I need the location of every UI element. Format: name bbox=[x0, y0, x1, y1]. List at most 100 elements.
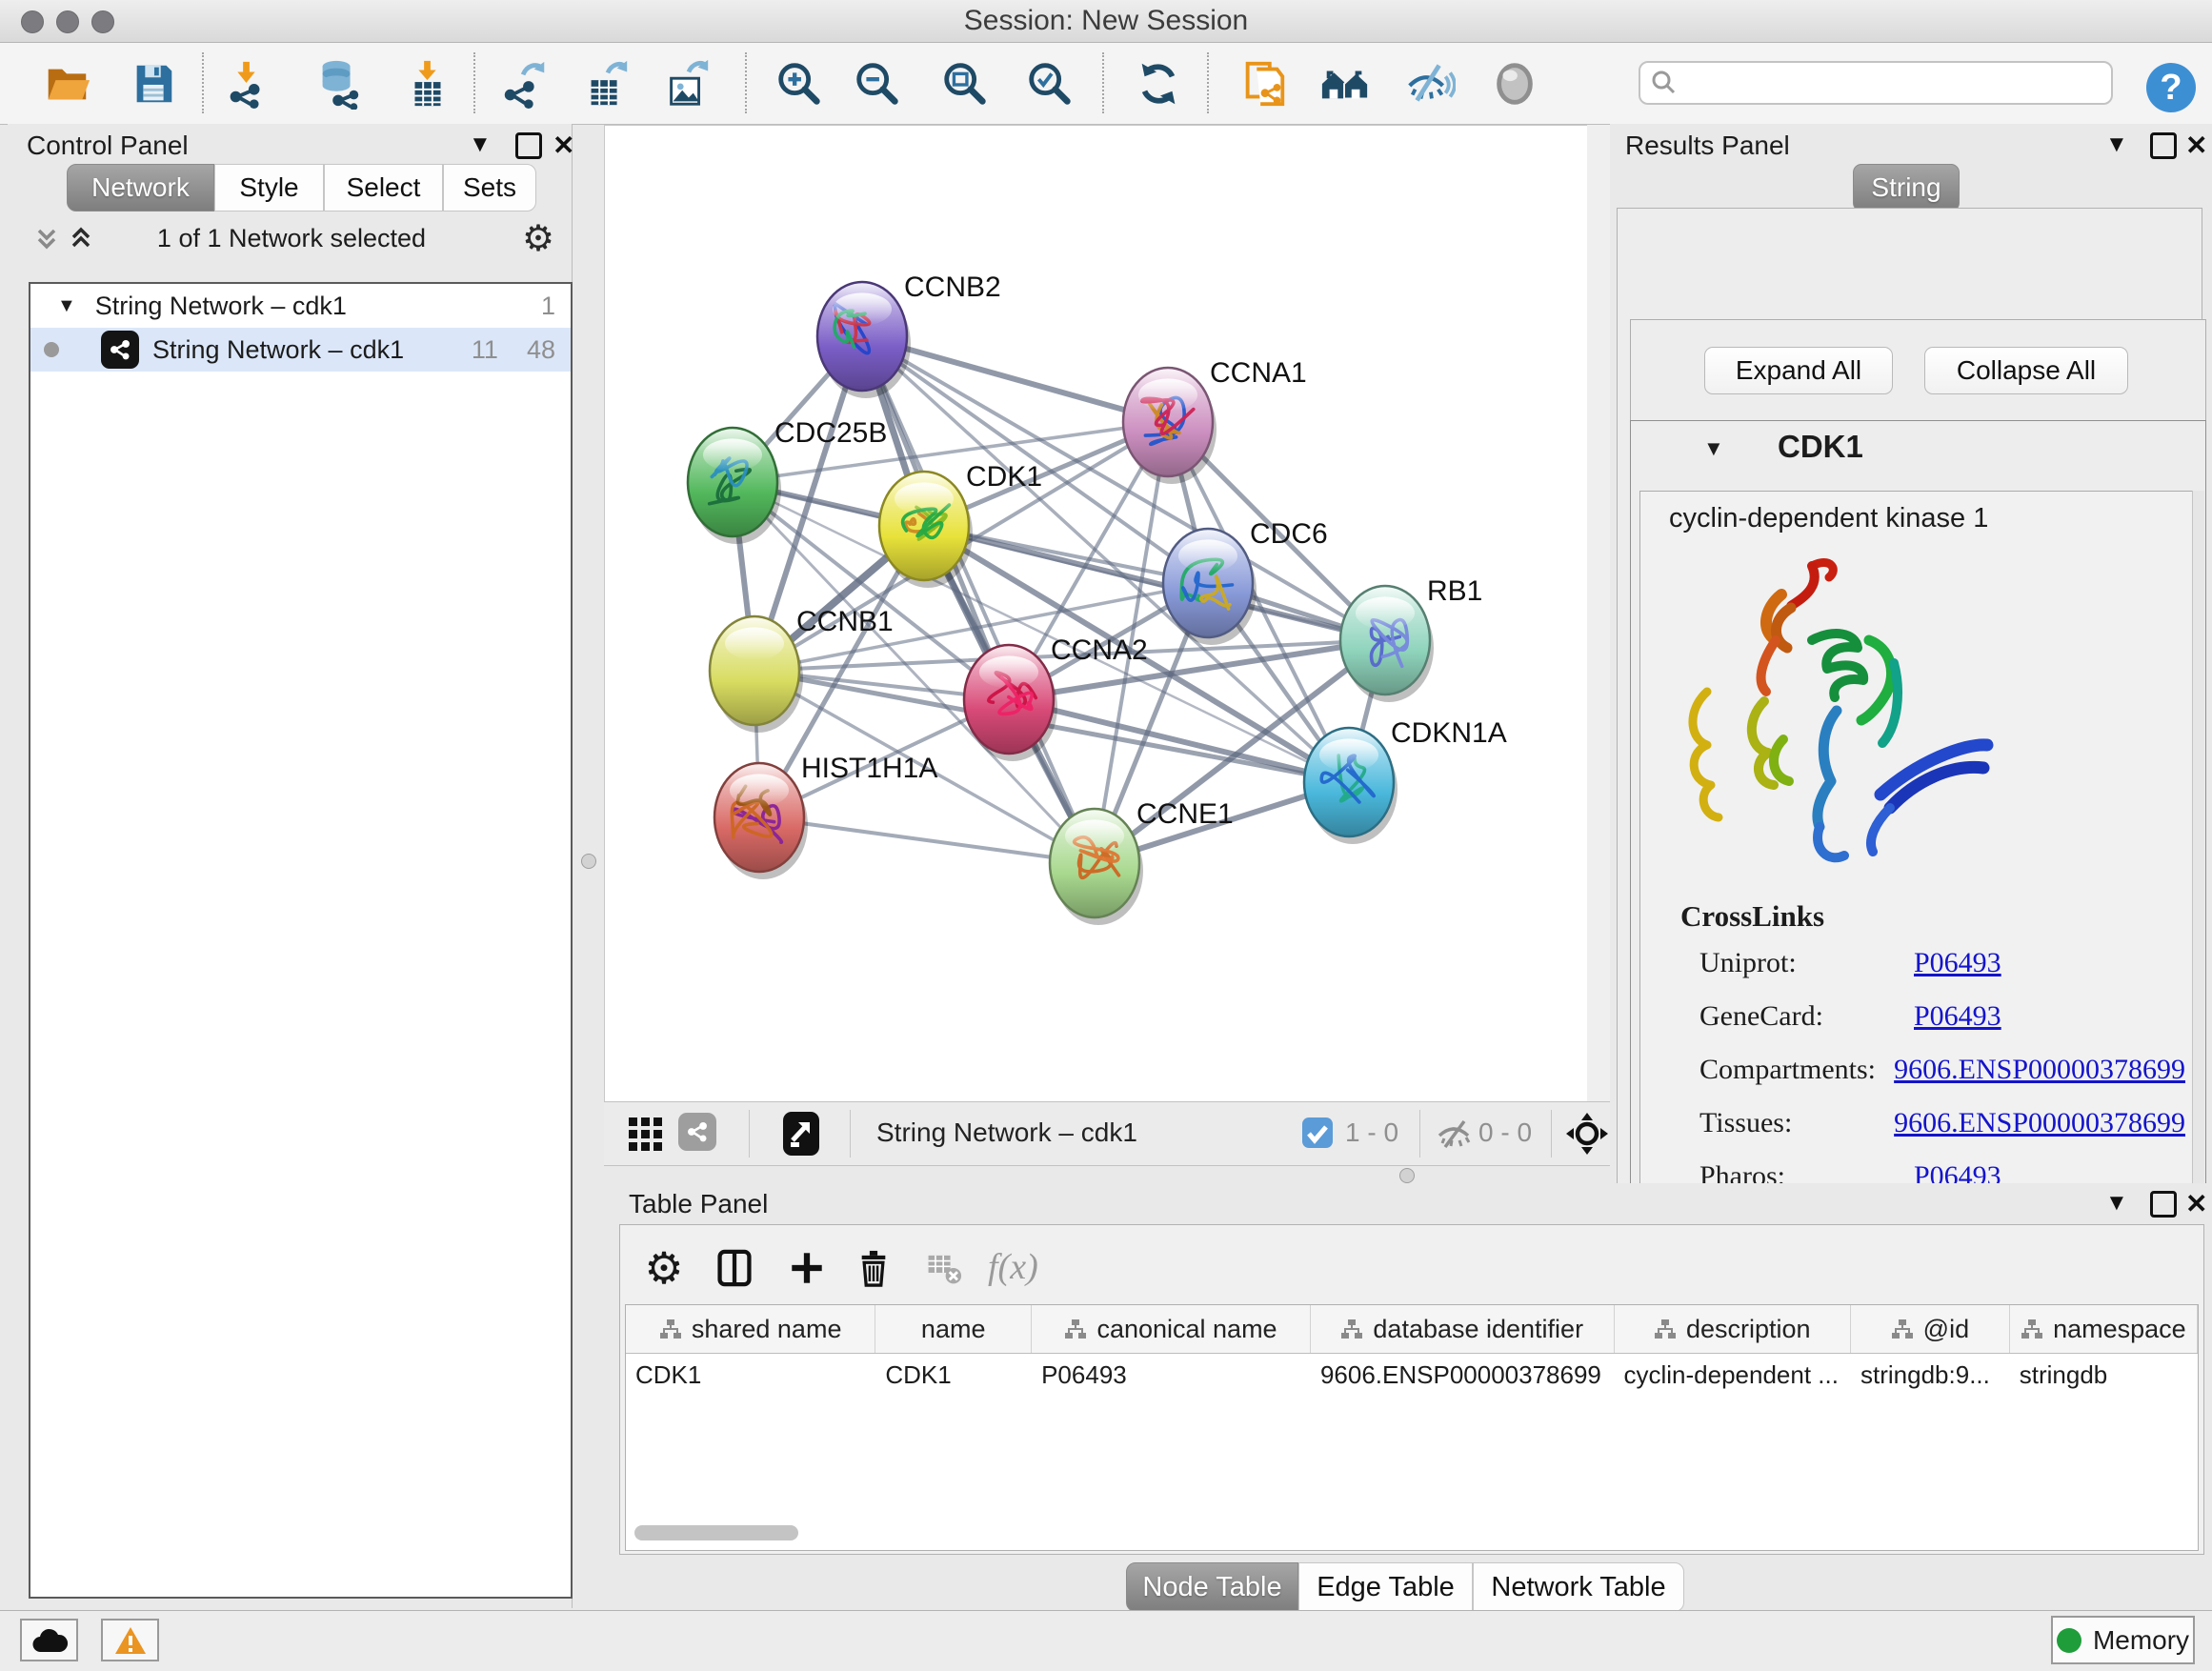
network-node-CDC6[interactable] bbox=[1163, 529, 1257, 645]
entry-expander-icon[interactable]: ▼ bbox=[1703, 436, 1724, 461]
zoom-out-icon[interactable] bbox=[852, 58, 903, 110]
column-type-icon bbox=[1340, 1318, 1363, 1340]
panel-close-icon[interactable]: ✕ bbox=[553, 130, 574, 161]
save-session-icon[interactable] bbox=[128, 58, 179, 110]
column-header-database-identifier[interactable]: database identifier bbox=[1311, 1305, 1615, 1353]
delete-table-icon[interactable] bbox=[917, 1241, 971, 1295]
column-header-shared-name[interactable]: shared name bbox=[626, 1305, 875, 1353]
panel-float-icon[interactable] bbox=[2150, 132, 2177, 159]
add-column-icon[interactable] bbox=[780, 1241, 834, 1295]
zoom-in-icon[interactable] bbox=[774, 58, 825, 110]
show-columns-icon[interactable] bbox=[708, 1241, 761, 1295]
warning-status-button[interactable] bbox=[101, 1619, 159, 1661]
table-cell[interactable]: cyclin-dependent ... bbox=[1614, 1354, 1851, 1396]
show-hidden-icon[interactable] bbox=[1489, 58, 1540, 110]
import-table-icon[interactable] bbox=[402, 58, 453, 110]
string-protein-query-icon[interactable] bbox=[1319, 58, 1371, 110]
selected-checkbox-icon[interactable] bbox=[1301, 1117, 1334, 1149]
zoom-selected-icon[interactable] bbox=[1024, 58, 1076, 110]
search-field[interactable] bbox=[1639, 61, 2113, 105]
table-cell[interactable]: CDK1 bbox=[875, 1354, 1032, 1396]
center-view-icon[interactable] bbox=[1564, 1111, 1610, 1157]
column-header-name[interactable]: name bbox=[875, 1305, 1032, 1353]
network-node-CDKN1A[interactable] bbox=[1304, 728, 1398, 844]
panel-float-icon[interactable] bbox=[515, 132, 542, 159]
crosslink-link[interactable]: P06493 bbox=[1914, 1000, 2001, 1033]
zoom-fit-icon[interactable] bbox=[939, 58, 991, 110]
tab-sets[interactable]: Sets bbox=[443, 164, 536, 211]
panel-menu-icon[interactable]: ▼ bbox=[2105, 131, 2128, 158]
export-table-icon[interactable] bbox=[580, 58, 632, 110]
export-network-to-file-icon[interactable] bbox=[1238, 58, 1290, 110]
network-row[interactable]: String Network – cdk1 11 48 bbox=[30, 328, 571, 372]
network-node-CCNE1[interactable] bbox=[1050, 809, 1143, 925]
share-network-icon[interactable] bbox=[678, 1113, 716, 1151]
collapse-all-button[interactable]: Collapse All bbox=[1924, 347, 2128, 394]
network-node-HIST1H1A[interactable] bbox=[714, 763, 808, 879]
tab-style[interactable]: Style bbox=[214, 164, 324, 211]
table-cell[interactable]: 9606.ENSP00000378699 bbox=[1311, 1354, 1615, 1396]
delete-column-icon[interactable] bbox=[847, 1241, 900, 1295]
network-edge[interactable] bbox=[759, 817, 1095, 863]
network-collection-row[interactable]: ▼ String Network – cdk1 1 bbox=[30, 284, 571, 328]
cloud-status-button[interactable] bbox=[20, 1619, 78, 1661]
network-options-gear-icon[interactable]: ⚙ bbox=[522, 217, 554, 260]
table-cell[interactable]: stringdb bbox=[2010, 1354, 2198, 1396]
tab-string[interactable]: String bbox=[1853, 164, 1960, 211]
column-header-namespace[interactable]: namespace bbox=[2010, 1305, 2198, 1353]
export-image-icon[interactable] bbox=[661, 58, 713, 110]
panel-float-icon[interactable] bbox=[2150, 1191, 2177, 1218]
hidden-eye-icon[interactable] bbox=[1435, 1115, 1473, 1153]
network-node-CCNA2[interactable] bbox=[964, 645, 1057, 761]
tab-select[interactable]: Select bbox=[324, 164, 443, 211]
network-graph[interactable]: CCNB2CCNA1CDC25BCDK1CDC6RB1CCNB1CCNA2CDK… bbox=[605, 126, 1588, 1102]
memory-button[interactable]: Memory bbox=[2051, 1616, 2195, 1664]
search-input[interactable] bbox=[1679, 68, 2092, 99]
collapse-all-icon[interactable] bbox=[32, 223, 61, 253]
crosslink-link[interactable]: 9606.ENSP00000378699 bbox=[1894, 1107, 2185, 1139]
crosslink-link[interactable]: 9606.ENSP00000378699 bbox=[1894, 1054, 2185, 1086]
panel-menu-icon[interactable]: ▼ bbox=[469, 131, 492, 158]
import-network-from-database-icon[interactable] bbox=[312, 58, 364, 110]
hide-selected-icon[interactable] bbox=[1404, 58, 1456, 110]
function-builder-icon[interactable]: f(x) bbox=[988, 1246, 1038, 1288]
open-session-icon[interactable] bbox=[41, 58, 92, 110]
crosslink-link[interactable]: P06493 bbox=[1914, 947, 2001, 979]
tab-network[interactable]: Network bbox=[67, 164, 214, 211]
tab-node-table[interactable]: Node Table bbox=[1126, 1562, 1298, 1612]
import-network-icon[interactable] bbox=[221, 58, 272, 110]
refresh-icon[interactable] bbox=[1133, 58, 1184, 110]
column-header-canonical-name[interactable]: canonical name bbox=[1032, 1305, 1311, 1353]
table-row[interactable]: CDK1CDK1P064939606.ENSP00000378699cyclin… bbox=[626, 1354, 2198, 1396]
network-edge[interactable] bbox=[862, 336, 1095, 863]
table-cell[interactable]: stringdb:9... bbox=[1851, 1354, 2010, 1396]
splitter-handle[interactable] bbox=[581, 854, 596, 869]
panel-close-icon[interactable]: ✕ bbox=[2185, 1188, 2207, 1219]
tab-edge-table[interactable]: Edge Table bbox=[1298, 1562, 1473, 1612]
help-icon[interactable]: ? bbox=[2146, 63, 2196, 112]
expand-all-button[interactable]: Expand All bbox=[1704, 347, 1893, 394]
column-header-description[interactable]: description bbox=[1615, 1305, 1852, 1353]
network-node-CCNB2[interactable] bbox=[817, 282, 911, 398]
network-node-CCNB1[interactable] bbox=[710, 616, 803, 733]
splitter-handle[interactable] bbox=[1399, 1168, 1415, 1183]
network-node-RB1[interactable] bbox=[1340, 586, 1434, 702]
results-scrollbar[interactable] bbox=[2192, 491, 2204, 1229]
export-network-icon[interactable] bbox=[499, 58, 551, 110]
table-cell[interactable]: P06493 bbox=[1032, 1354, 1311, 1396]
tab-network-table[interactable]: Network Table bbox=[1473, 1562, 1684, 1612]
column-header-@id[interactable]: @id bbox=[1851, 1305, 2010, 1353]
horizontal-scrollbar[interactable] bbox=[634, 1525, 798, 1540]
grid-view-icon[interactable] bbox=[625, 1114, 665, 1154]
cytoscape-window: Session: New Session bbox=[0, 0, 2212, 1671]
tree-expander-icon[interactable]: ▼ bbox=[57, 295, 76, 317]
network-node-CDK1[interactable] bbox=[879, 472, 973, 588]
network-canvas[interactable]: CCNB2CCNA1CDC25BCDK1CDC6RB1CCNB1CCNA2CDK… bbox=[604, 125, 1589, 1103]
table-cell[interactable]: CDK1 bbox=[626, 1354, 875, 1396]
network-node-CCNA1[interactable] bbox=[1123, 368, 1217, 484]
detach-view-icon[interactable] bbox=[781, 1110, 821, 1158]
expand-all-icon[interactable] bbox=[67, 223, 95, 253]
table-settings-gear-icon[interactable]: ⚙ bbox=[637, 1241, 691, 1295]
panel-menu-icon[interactable]: ▼ bbox=[2105, 1190, 2128, 1217]
panel-close-icon[interactable]: ✕ bbox=[2185, 130, 2207, 161]
